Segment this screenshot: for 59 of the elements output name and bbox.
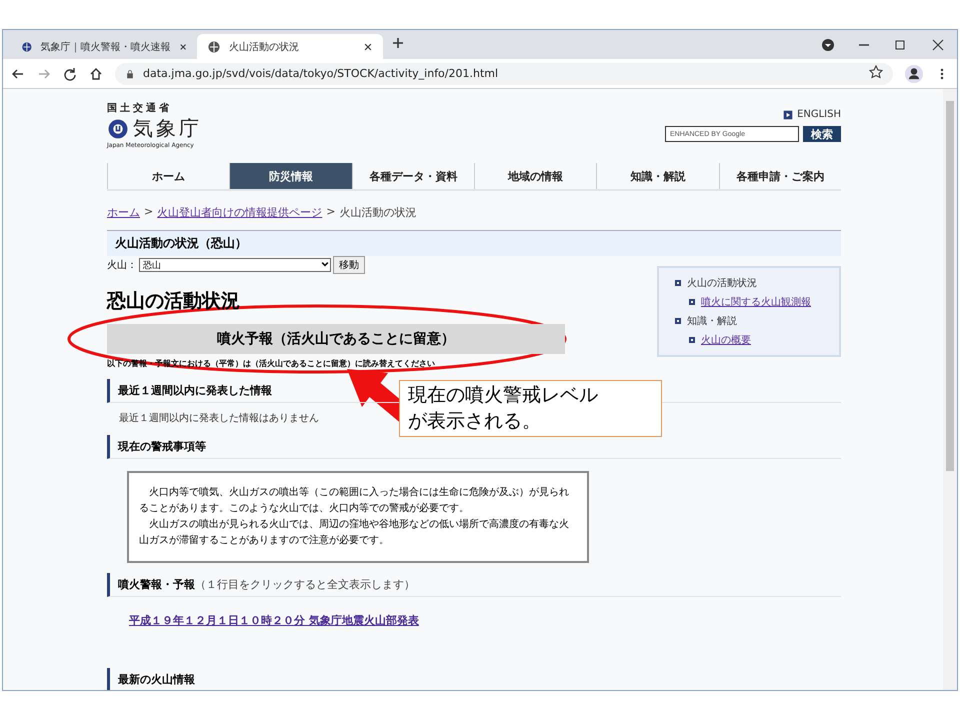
section-title: 火山活動の状況（恐山）	[107, 230, 841, 256]
section-heading: 噴火警報・予報（１行目をクリックすると全文表示します）	[107, 573, 841, 597]
side-link[interactable]: 火山の概要	[701, 333, 751, 347]
nav-tab[interactable]: 知識・解説	[596, 163, 719, 189]
category-label[interactable]: 知識・解説	[687, 314, 737, 328]
scrollbar[interactable]	[943, 89, 957, 690]
ministry-name: 国土交通省	[107, 101, 173, 115]
separator-text: >	[144, 205, 154, 220]
breadcrumb-link[interactable]: ホーム	[107, 205, 140, 220]
side-link[interactable]: 噴火に関する火山観測報	[701, 295, 811, 309]
minimize-icon	[859, 44, 869, 46]
current-page-text[interactable]: 火山活動の状況	[339, 205, 416, 220]
star-icon	[869, 65, 883, 79]
dropdown-circle-icon	[821, 38, 835, 52]
volcano-select[interactable]: 恐山	[139, 258, 331, 272]
category-label[interactable]: 火山の活動状況	[687, 276, 757, 290]
agency-name: 気象庁	[133, 115, 202, 142]
globe-icon	[207, 40, 221, 54]
select-label: 火山：	[107, 258, 137, 272]
nav-tab[interactable]: 地域の情報	[474, 163, 596, 189]
circle-logo-icon	[21, 40, 33, 54]
address-bar[interactable]: data.jma.go.jp/svd/vois/data/tokyo/STOCK/activity_info/201.html	[115, 62, 893, 84]
reload-icon	[63, 66, 77, 80]
move-button[interactable]: 移動	[333, 256, 365, 274]
bullet-icon	[675, 318, 681, 324]
nav-tab[interactable]: 各種申請・ご案内	[718, 163, 841, 189]
chevron-down-icon	[320, 259, 330, 269]
avatar-icon	[905, 64, 923, 82]
close-icon	[363, 42, 373, 52]
forward-arrow-icon	[37, 66, 51, 80]
english-link[interactable]: ENGLISH	[797, 109, 841, 120]
play-square-icon	[783, 110, 794, 120]
bullet-icon	[675, 280, 681, 286]
page-heading: 恐山の活動状況	[107, 289, 241, 314]
bullet-icon	[689, 337, 695, 343]
home-icon	[89, 66, 103, 80]
nav-tab[interactable]: 防災情報	[229, 163, 352, 189]
lock-icon	[125, 68, 135, 78]
close-icon	[931, 38, 945, 52]
search-button[interactable]: 検索	[803, 126, 841, 142]
close-icon	[178, 42, 187, 52]
section-heading: 最新の火山情報	[107, 668, 841, 690]
info-text: 最近１週間以内に発表した情報はありません	[119, 412, 319, 425]
tab-title: 火山活動の状況	[229, 40, 300, 54]
warning-box: 火口内等で噴気、火山ガスの噴出等（この範囲に入った場合には生命に危険が及ぶ）が見られることがあります。このような火山では、火口内等での警戒が必要です。 火山ガスの噴出が見られる火山では、周辺の窪地や谷地形などの低い場所で高濃度の有毒な火山ガスが滞留することがありますので注意が必要です。	[127, 471, 589, 563]
breadcrumb-link[interactable]: 火山登山者向けの情報提供ページ	[157, 205, 322, 220]
browser-tab[interactable]: 気象庁｜噴火警報・噴火速報	[11, 34, 197, 59]
forecast-link[interactable]: 平成１９年１２月１日１０時２０分 気象庁地震火山部発表	[129, 613, 419, 628]
plus-icon	[391, 36, 405, 50]
browser-tab[interactable]: 火山活動の状況	[197, 34, 383, 59]
tab-title: 気象庁｜噴火警報・噴火速報	[40, 40, 171, 54]
url-text: data.jma.go.jp/svd/vois/data/tokyo/STOCK/activity_info/201.html	[143, 67, 498, 80]
nav-tab[interactable]: 各種データ・資料	[352, 163, 474, 189]
alert-banner: 噴火予報（活火山であることに留意）	[107, 324, 565, 354]
back-arrow-icon	[11, 66, 25, 80]
bullet-icon	[689, 299, 695, 305]
maximize-icon	[893, 38, 907, 52]
agency-logo-icon	[107, 118, 129, 140]
separator-text: >	[326, 205, 336, 220]
